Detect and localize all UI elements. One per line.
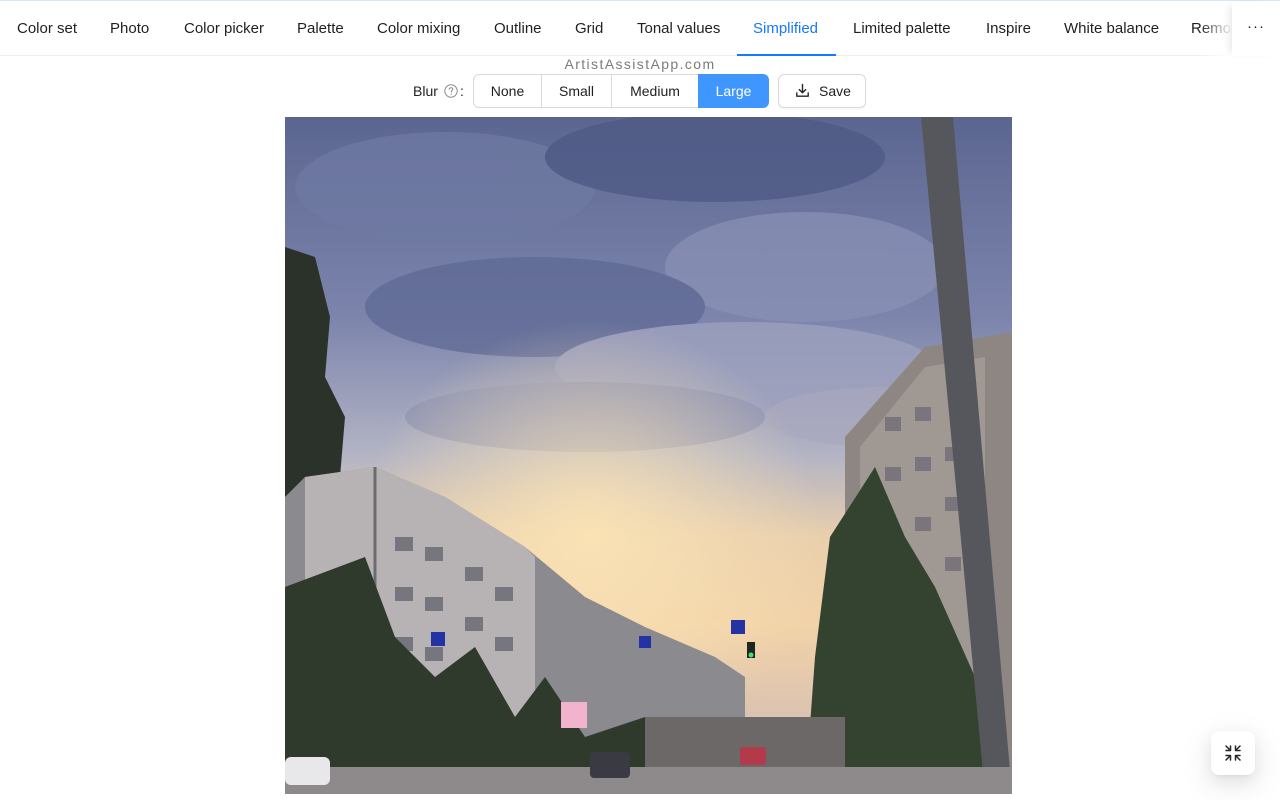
more-tabs-button[interactable]: ···	[1232, 1, 1280, 56]
tab-outline[interactable]: Outline	[494, 1, 542, 56]
watermark: ArtistAssistApp.com	[564, 56, 716, 72]
tab-color-mixing[interactable]: Color mixing	[377, 1, 460, 56]
tab-color-picker[interactable]: Color picker	[184, 1, 264, 56]
tab-grid[interactable]: Grid	[575, 1, 603, 56]
blur-colon: :	[460, 83, 464, 99]
tab-white-balance[interactable]: White balance	[1064, 1, 1159, 56]
tab-palette[interactable]: Palette	[297, 1, 344, 56]
blur-label: Blur	[413, 83, 438, 99]
tab-color-set[interactable]: Color set	[17, 1, 77, 56]
save-button[interactable]: Save	[778, 74, 866, 108]
simplified-photo	[285, 117, 1012, 794]
tab-overflow-fade	[1200, 1, 1232, 56]
tab-bar: Color set Photo Color picker Palette Col…	[0, 0, 1280, 56]
blur-option-medium[interactable]: Medium	[611, 74, 699, 108]
tab-limited-palette[interactable]: Limited palette	[853, 1, 951, 56]
tab-inspire[interactable]: Inspire	[986, 1, 1031, 56]
blur-option-large[interactable]: Large	[698, 74, 769, 108]
tab-simplified[interactable]: Simplified	[753, 1, 818, 56]
tab-tonal-values[interactable]: Tonal values	[637, 1, 720, 56]
fullscreen-exit-icon	[1225, 745, 1241, 761]
fullscreen-exit-button[interactable]	[1211, 731, 1255, 775]
tab-photo[interactable]: Photo	[110, 1, 149, 56]
save-label: Save	[819, 83, 851, 99]
download-icon	[796, 83, 809, 97]
tab-list: Color set Photo Color picker Palette Col…	[0, 1, 1232, 56]
blur-option-none[interactable]: None	[473, 74, 542, 108]
blur-option-small[interactable]: Small	[541, 74, 612, 108]
question-circle-icon[interactable]	[444, 84, 458, 98]
